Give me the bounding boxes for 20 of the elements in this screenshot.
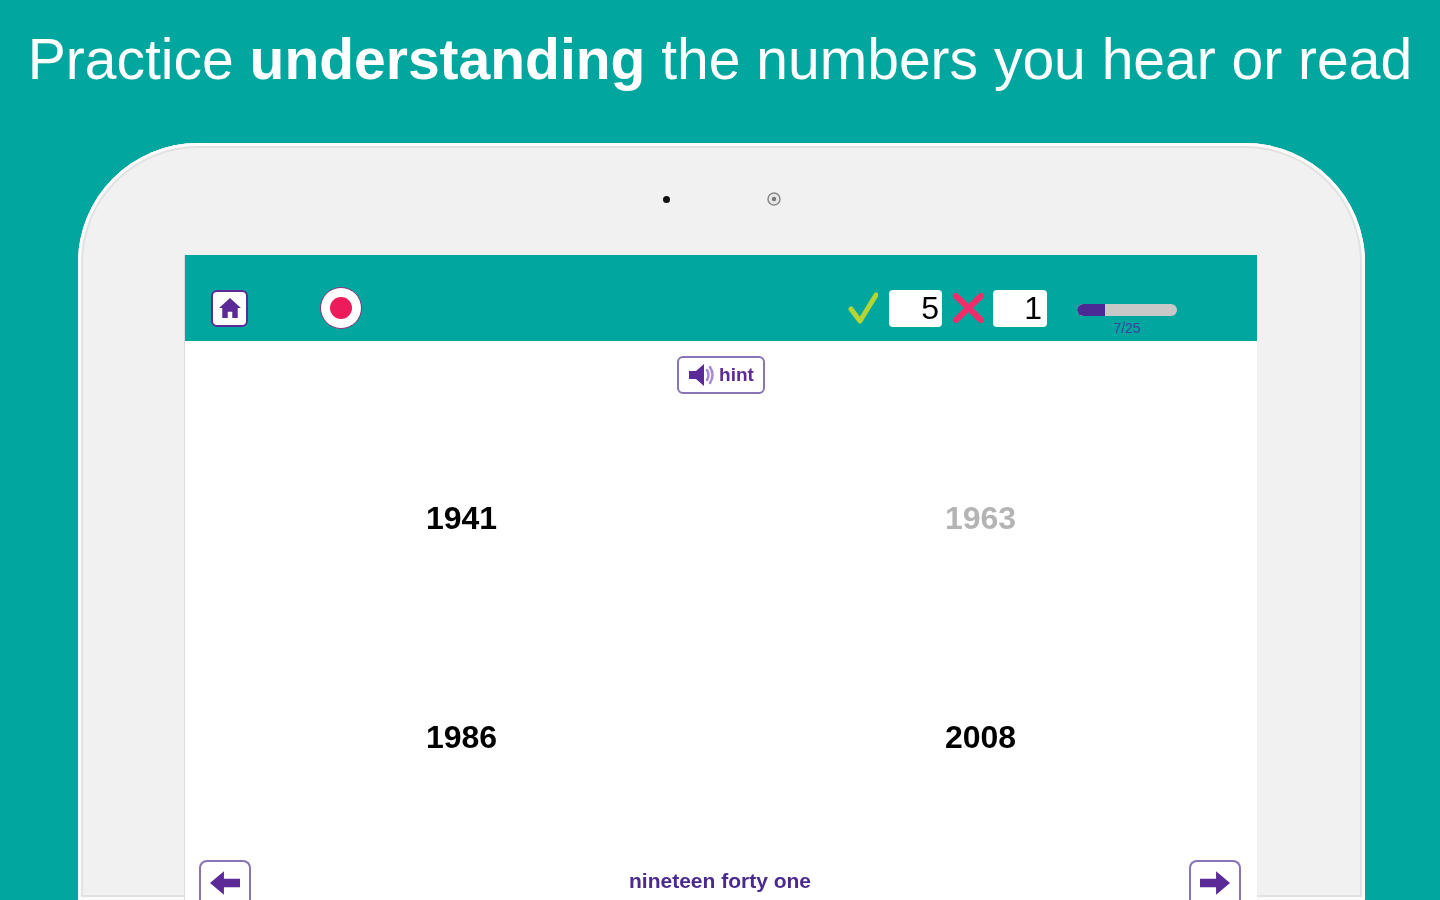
record-button[interactable]: [320, 287, 362, 329]
right-arrow-icon: [1200, 870, 1230, 896]
answer-option[interactable]: 1986: [425, 720, 498, 753]
prompt-text: nineteen forty one: [629, 870, 811, 891]
check-icon: [848, 292, 878, 324]
home-icon: [218, 298, 241, 318]
answer-option[interactable]: 2008: [944, 720, 1017, 753]
cross-icon: [952, 292, 985, 324]
hint-button[interactable]: hint: [677, 356, 765, 394]
record-icon: [330, 297, 352, 319]
answer-option[interactable]: 1941: [425, 501, 498, 534]
correct-count: 5: [889, 289, 942, 327]
wrong-count: 1: [993, 289, 1047, 327]
next-button[interactable]: [1189, 860, 1241, 900]
left-arrow-icon: [210, 870, 240, 896]
camera-lens-icon: [766, 192, 781, 206]
progress-label: 7/25: [1113, 320, 1141, 335]
previous-button[interactable]: [199, 860, 251, 900]
speaker-icon: [688, 363, 717, 387]
home-button[interactable]: [211, 289, 248, 327]
